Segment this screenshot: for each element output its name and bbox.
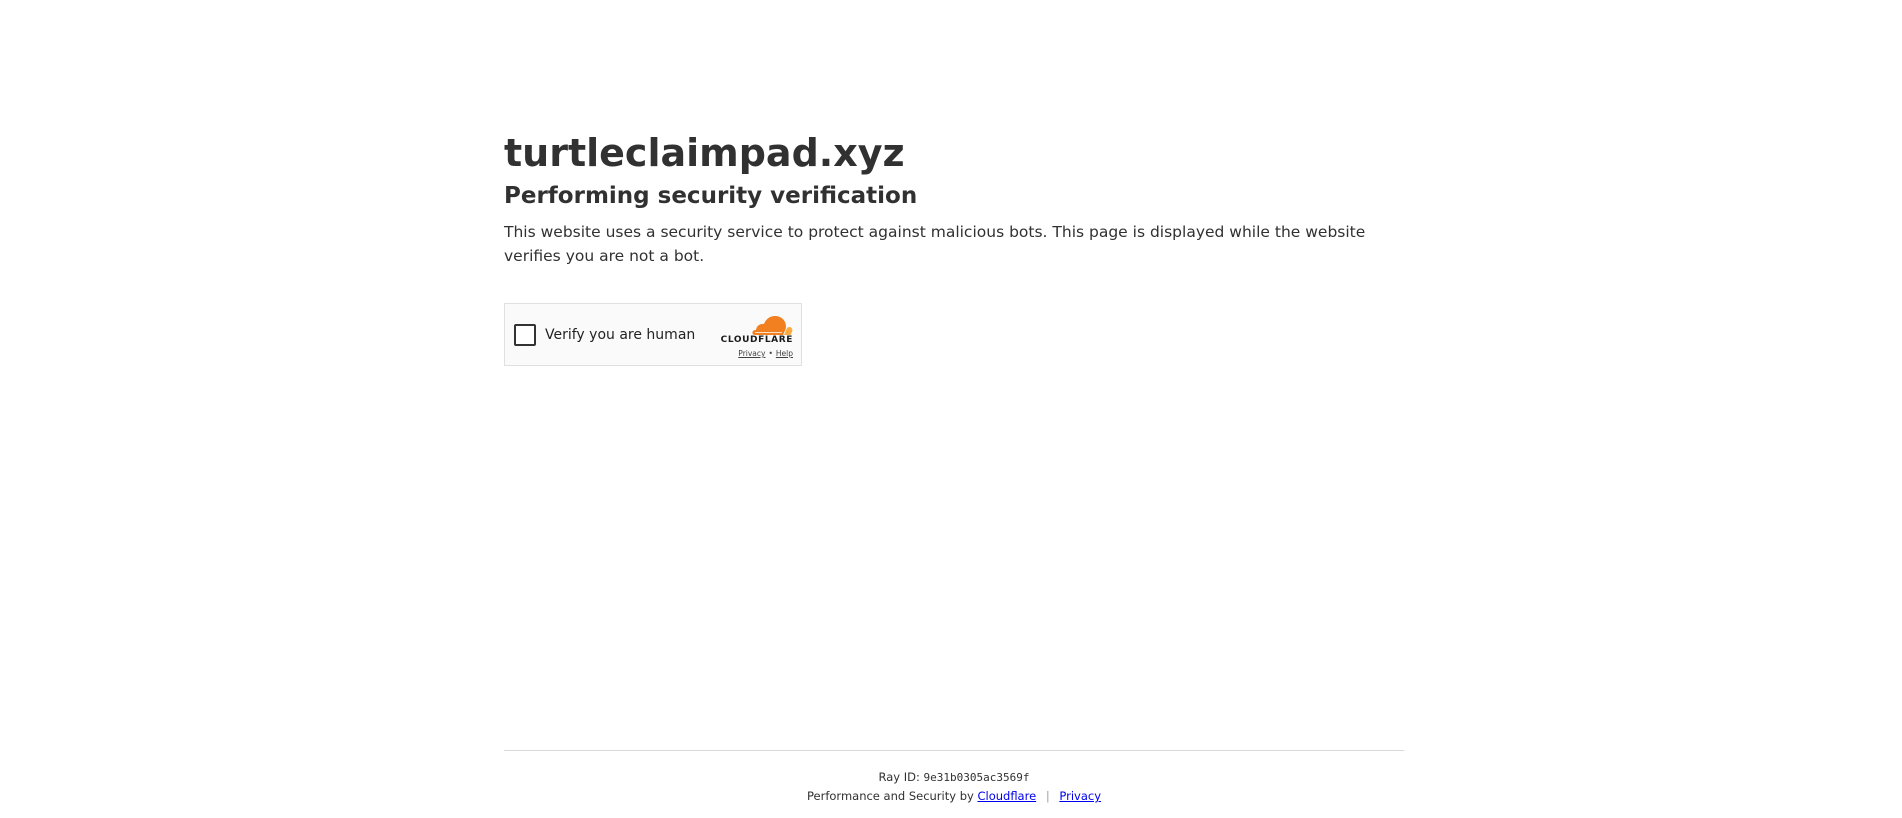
verify-label[interactable]: Verify you are human [545,325,695,345]
cloudflare-wordmark: CLOUDFLARE [720,335,793,345]
cloudflare-cloud-icon [752,315,793,335]
widget-privacy-link[interactable]: Privacy [738,349,765,358]
verification-heading: Performing security verification [504,183,918,209]
turnstile-widget: Verify you are human CLOUDFLARE Privacy •… [504,303,802,366]
cloudflare-link[interactable]: Cloudflare [977,789,1036,803]
verification-description: This website uses a security service to … [504,223,1366,265]
ray-id-label: Ray ID: [878,770,920,784]
cloudflare-brand: CLOUDFLARE Privacy • Help [713,314,793,360]
footer-divider [504,750,1404,751]
ray-id-value: 9e31b0305ac3569f [923,771,1030,784]
performance-text: Performance and Security by [807,789,974,803]
widget-help-link[interactable]: Help [776,349,793,358]
performance-line: Performance and Security by Cloudflare |… [504,787,1404,806]
footer: Ray ID: 9e31b0305ac3569f Performance and… [504,768,1404,806]
footer-separator: | [1045,789,1050,803]
ray-id-line: Ray ID: 9e31b0305ac3569f [504,768,1404,787]
widget-link-separator: • [768,349,773,358]
site-title: turtleclaimpad.xyz [504,131,905,175]
footer-privacy-link[interactable]: Privacy [1059,789,1101,803]
main-content: turtleclaimpad.xyz Performing security v… [504,126,1404,268]
challenge-page: turtleclaimpad.xyz Performing security v… [0,0,1902,818]
verify-checkbox[interactable] [514,324,536,346]
widget-links: Privacy • Help [738,349,793,358]
